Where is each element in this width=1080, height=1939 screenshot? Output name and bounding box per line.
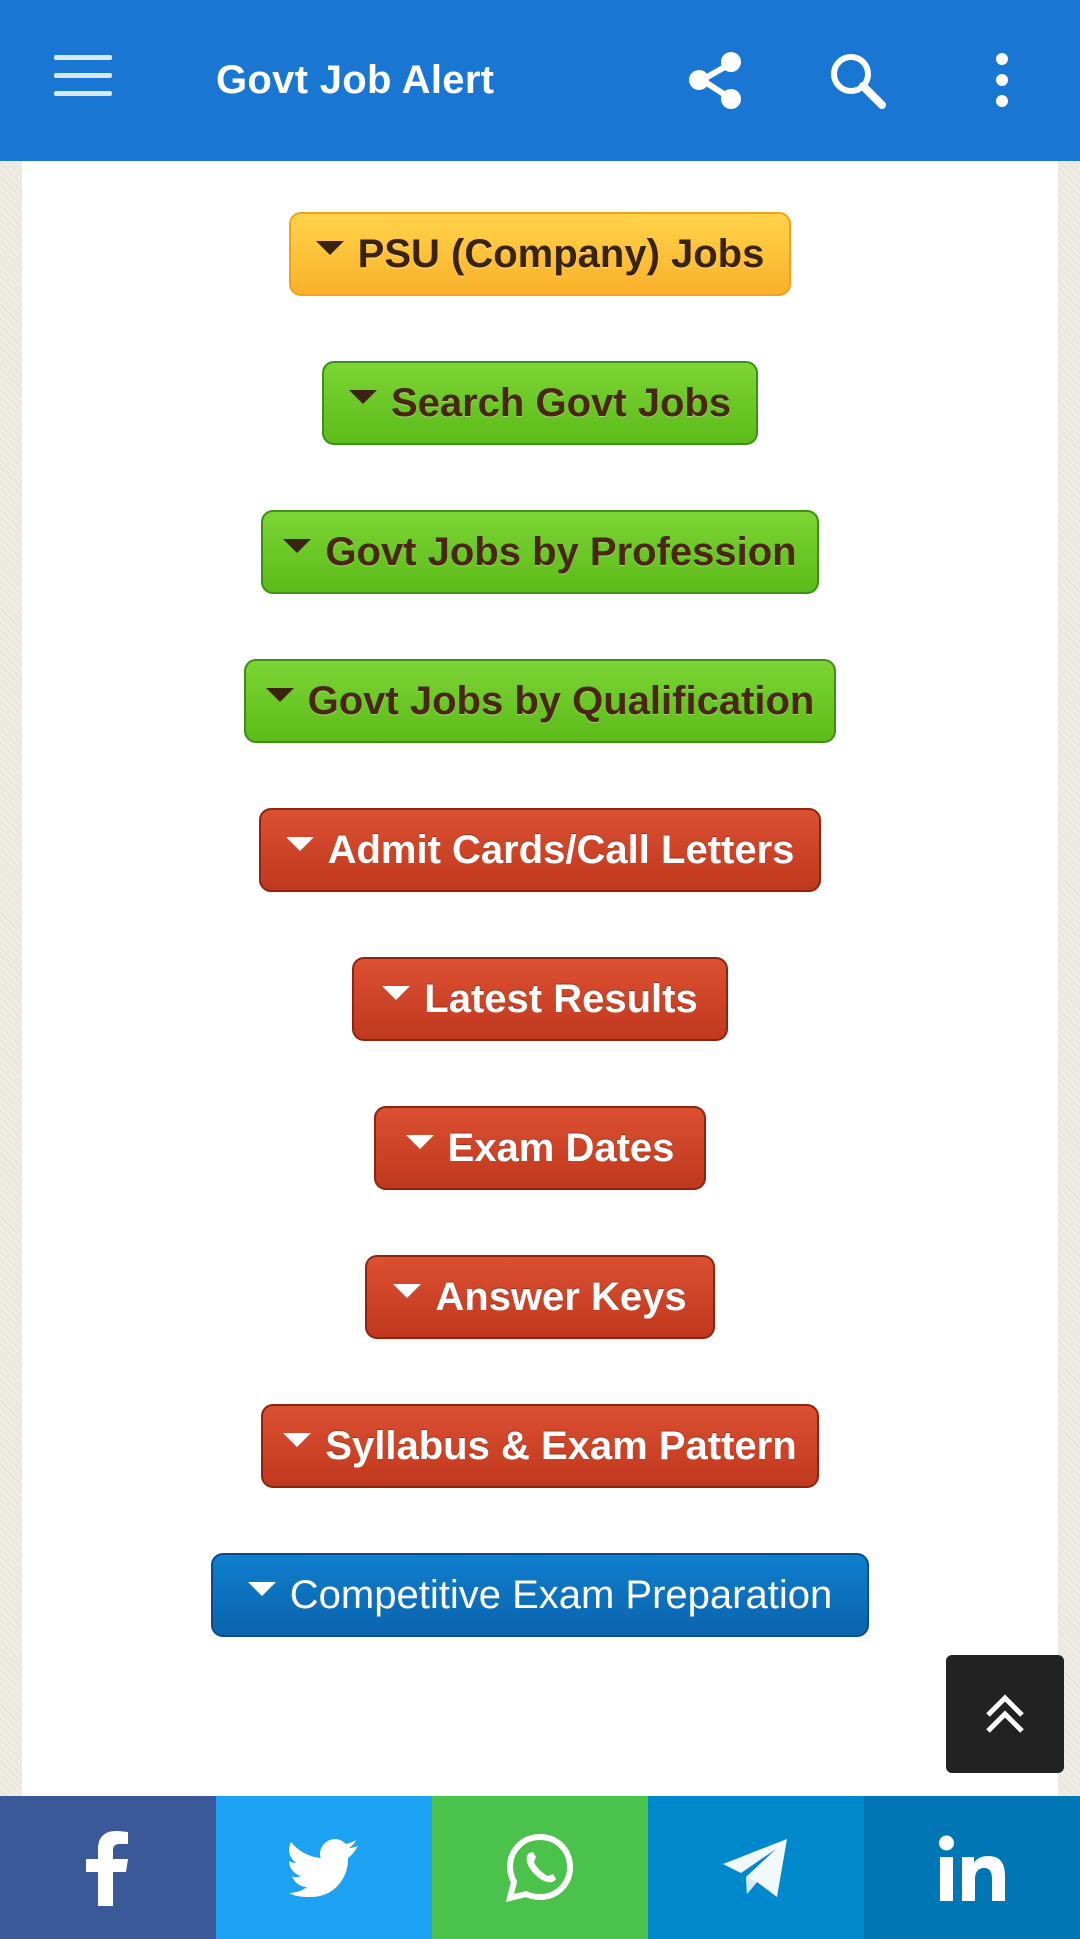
twitter-share-button[interactable] <box>216 1796 432 1939</box>
button-label: Govt Jobs by Qualification <box>307 678 815 723</box>
caret-down-icon <box>265 688 294 702</box>
whatsapp-icon <box>505 1833 574 1902</box>
telegram-icon <box>723 1838 787 1897</box>
caret-down-icon <box>382 986 411 1000</box>
button-label: Answer Keys <box>435 1274 687 1319</box>
facebook-share-button[interactable] <box>0 1796 216 1939</box>
linkedin-icon <box>939 1835 1005 1901</box>
admit-cards-button[interactable]: Admit Cards/Call Letters <box>259 808 821 892</box>
app-title: Govt Job Alert <box>216 58 495 102</box>
search-icon[interactable] <box>822 45 892 115</box>
caret-down-icon <box>283 539 312 553</box>
telegram-share-button[interactable] <box>648 1796 864 1939</box>
button-label: Govt Jobs by Profession <box>325 529 797 574</box>
caret-down-icon <box>315 241 344 255</box>
button-label: Syllabus & Exam Pattern <box>325 1423 797 1468</box>
button-label: Competitive Exam Preparation <box>289 1572 833 1617</box>
psu-jobs-button[interactable]: PSU (Company) Jobs <box>289 212 791 296</box>
caret-down-icon <box>393 1284 422 1298</box>
share-icon[interactable] <box>680 45 750 115</box>
menu-icon[interactable] <box>54 55 112 97</box>
caret-down-icon <box>285 837 314 851</box>
caret-down-icon <box>247 1582 276 1596</box>
exam-preparation-button[interactable]: Competitive Exam Preparation <box>211 1553 869 1637</box>
facebook-icon <box>86 1830 128 1906</box>
syllabus-exam-pattern-button[interactable]: Syllabus & Exam Pattern <box>261 1404 819 1488</box>
app-bar: Govt Job Alert <box>0 0 1080 161</box>
jobs-by-qualification-button[interactable]: Govt Jobs by Qualification <box>244 659 836 743</box>
content-panel: PSU (Company) Jobs Search Govt Jobs Govt… <box>22 161 1058 1796</box>
double-chevron-up-icon <box>986 1694 1024 1733</box>
button-label: Search Govt Jobs <box>390 380 732 425</box>
share-bar <box>0 1796 1080 1939</box>
answer-keys-button[interactable]: Answer Keys <box>365 1255 715 1339</box>
linkedin-share-button[interactable] <box>864 1796 1080 1939</box>
jobs-by-profession-button[interactable]: Govt Jobs by Profession <box>261 510 819 594</box>
button-label: PSU (Company) Jobs <box>357 231 765 276</box>
more-vertical-icon[interactable] <box>967 45 1037 115</box>
search-govt-jobs-button[interactable]: Search Govt Jobs <box>322 361 758 445</box>
latest-results-button[interactable]: Latest Results <box>352 957 728 1041</box>
caret-down-icon <box>405 1135 434 1149</box>
whatsapp-share-button[interactable] <box>432 1796 648 1939</box>
back-to-top-button[interactable] <box>946 1655 1064 1773</box>
caret-down-icon <box>283 1433 312 1447</box>
exam-dates-button[interactable]: Exam Dates <box>374 1106 706 1190</box>
button-label: Latest Results <box>424 976 698 1021</box>
button-label: Admit Cards/Call Letters <box>327 827 795 872</box>
button-label: Exam Dates <box>447 1125 675 1170</box>
twitter-icon <box>289 1838 358 1897</box>
caret-down-icon <box>348 390 377 404</box>
